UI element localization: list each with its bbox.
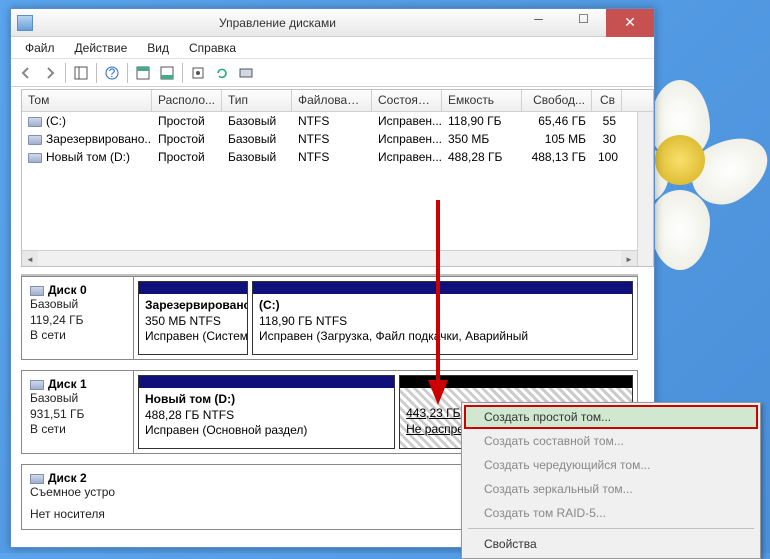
context-menu: Создать простой том... Создать составной… <box>461 402 761 559</box>
disk-icon <box>30 286 44 296</box>
disk-1-info: Диск 1 Базовый 931,51 ГБ В сети <box>22 371 134 453</box>
disk-icon <box>30 380 44 390</box>
col-volume[interactable]: Том <box>22 90 152 111</box>
back-button[interactable] <box>15 62 37 84</box>
toolbar-action[interactable] <box>235 62 257 84</box>
toolbar-settings[interactable] <box>187 62 209 84</box>
ctx-create-simple-volume[interactable]: Создать простой том... <box>464 405 758 429</box>
close-button[interactable]: ✕ <box>606 9 654 37</box>
disk-1-partition-d[interactable]: Новый том (D:) 488,28 ГБ NTFS Исправен (… <box>138 375 395 449</box>
scroll-left-icon[interactable]: ◄ <box>22 251 38 267</box>
col-layout[interactable]: Располо... <box>152 90 222 111</box>
menu-view[interactable]: Вид <box>137 38 179 58</box>
col-filesystem[interactable]: Файловая с... <box>292 90 372 111</box>
table-row[interactable]: Зарезервировано...ПростойБазовыйNTFSИспр… <box>22 130 653 148</box>
help-button[interactable]: ? <box>101 62 123 84</box>
volume-list: Том Располо... Тип Файловая с... Состоян… <box>21 89 654 267</box>
menu-file[interactable]: Файл <box>15 38 65 58</box>
col-free[interactable]: Свобод... <box>522 90 592 111</box>
ctx-create-striped-volume[interactable]: Создать чередующийся том... <box>464 453 758 477</box>
disk-0-partition-reserved[interactable]: Зарезервировано сис 350 МБ NTFS Исправен… <box>138 281 248 355</box>
col-status[interactable]: Состояние <box>372 90 442 111</box>
scroll-right-icon[interactable]: ► <box>621 251 637 267</box>
ctx-create-mirrored-volume[interactable]: Создать зеркальный том... <box>464 477 758 501</box>
ctx-properties[interactable]: Свойства <box>464 532 758 556</box>
menu-help[interactable]: Справка <box>179 38 246 58</box>
toolbar-view-top[interactable] <box>132 62 154 84</box>
window-title: Управление дисками <box>39 16 516 30</box>
disk-0-partition-c[interactable]: (C:) 118,90 ГБ NTFS Исправен (Загрузка, … <box>252 281 633 355</box>
app-icon <box>17 15 33 31</box>
ctx-create-raid5-volume[interactable]: Создать том RAID-5... <box>464 501 758 525</box>
toolbar-show-hide[interactable] <box>70 62 92 84</box>
table-header: Том Располо... Тип Файловая с... Состоян… <box>22 90 653 112</box>
scrollbar-horizontal[interactable]: ◄ ► <box>22 250 637 266</box>
titlebar[interactable]: Управление дисками ─ ☐ ✕ <box>11 9 654 37</box>
ctx-create-spanned-volume[interactable]: Создать составной том... <box>464 429 758 453</box>
toolbar: ? <box>11 59 654 87</box>
disk-icon <box>30 474 44 484</box>
minimize-button[interactable]: ─ <box>516 9 561 29</box>
table-row[interactable]: Новый том (D:)ПростойБазовыйNTFSИсправен… <box>22 148 653 166</box>
forward-button[interactable] <box>39 62 61 84</box>
ctx-separator <box>468 528 754 529</box>
toolbar-view-bottom[interactable] <box>156 62 178 84</box>
toolbar-refresh[interactable] <box>211 62 233 84</box>
maximize-button[interactable]: ☐ <box>561 9 606 29</box>
col-freepct[interactable]: Св <box>592 90 622 111</box>
disk-0-info: Диск 0 Базовый 119,24 ГБ В сети <box>22 277 134 359</box>
disk-0-row[interactable]: Диск 0 Базовый 119,24 ГБ В сети Зарезерв… <box>21 276 638 360</box>
col-capacity[interactable]: Емкость <box>442 90 522 111</box>
menu-action[interactable]: Действие <box>65 38 138 58</box>
scrollbar-vertical[interactable] <box>637 112 653 266</box>
col-type[interactable]: Тип <box>222 90 292 111</box>
menubar: Файл Действие Вид Справка <box>11 37 654 59</box>
svg-text:?: ? <box>109 66 116 80</box>
table-row[interactable]: (C:)ПростойБазовыйNTFSИсправен...118,90 … <box>22 112 653 130</box>
